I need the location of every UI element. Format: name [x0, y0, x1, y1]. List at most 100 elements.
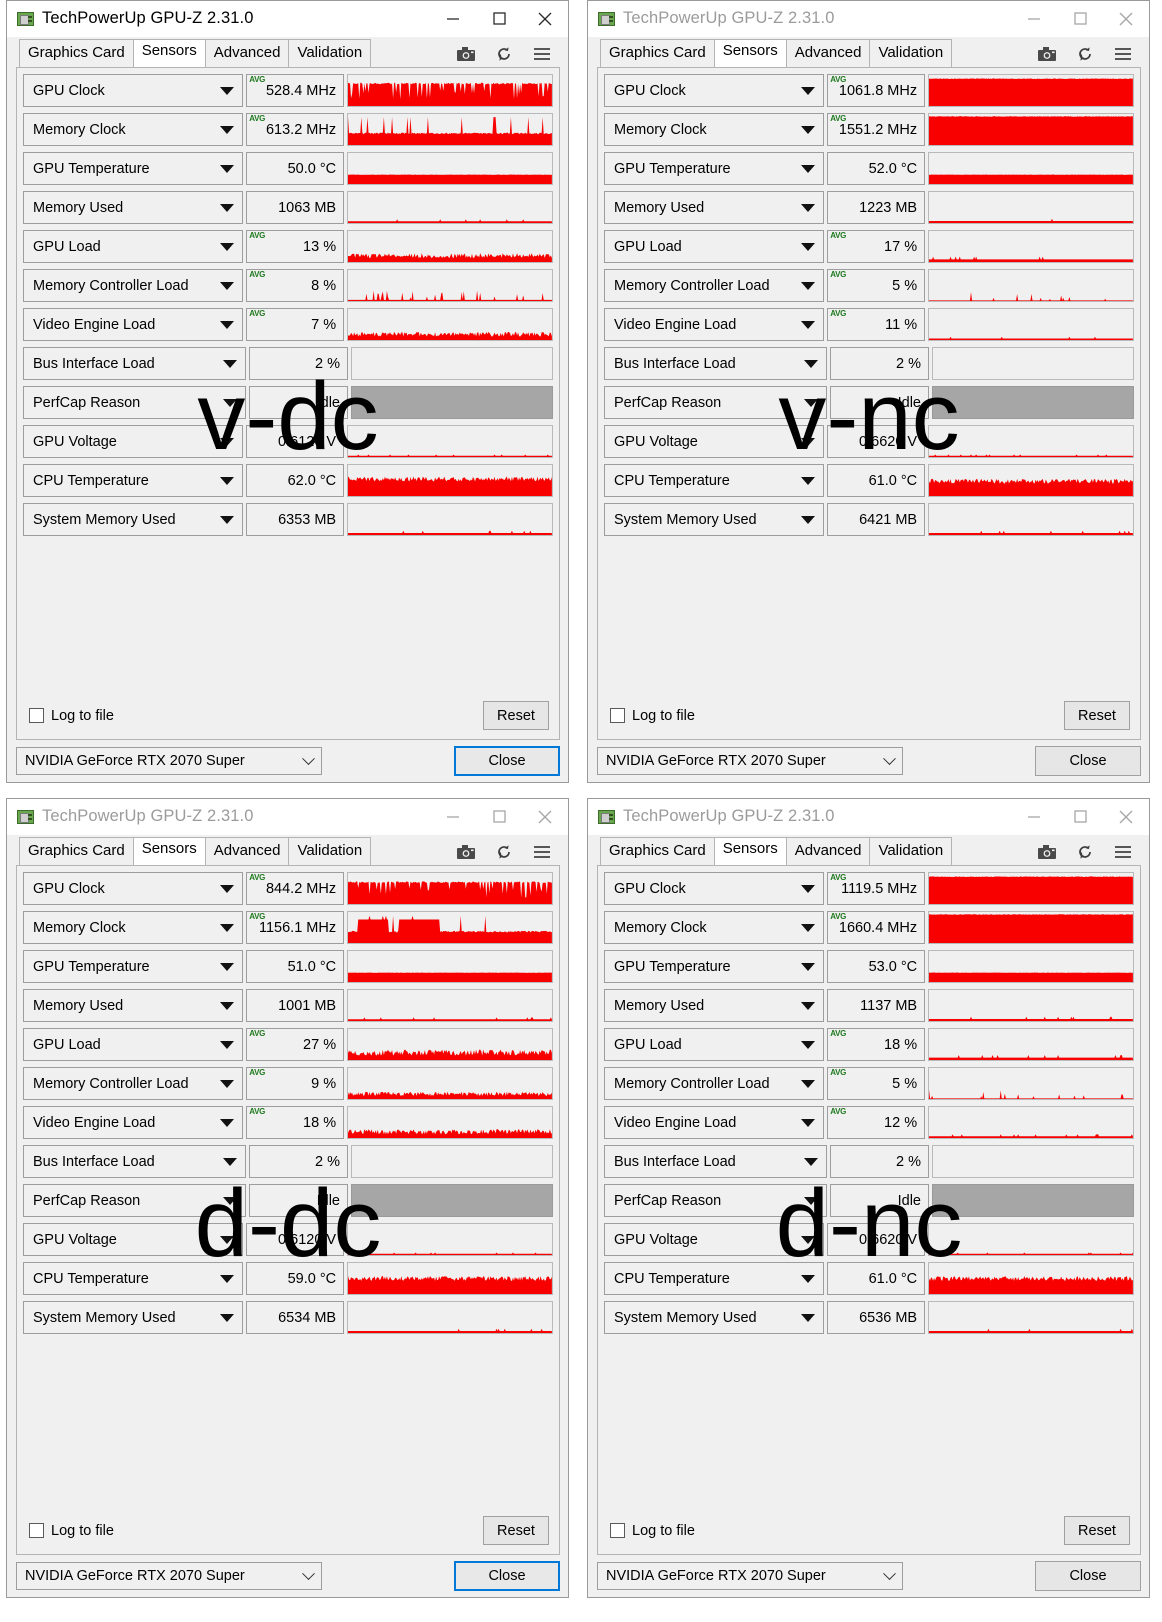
- sensor-select-gpu-load[interactable]: GPU Load: [23, 230, 244, 263]
- gpu-select-dropdown[interactable]: NVIDIA GeForce RTX 2070 Super: [597, 1562, 903, 1590]
- log-to-file-checkbox[interactable]: Log to file: [610, 1523, 695, 1539]
- camera-icon[interactable]: [456, 843, 476, 861]
- title-bar[interactable]: TechPowerUp GPU-Z 2.31.0: [588, 799, 1149, 835]
- checkbox-box[interactable]: [29, 708, 44, 723]
- tab-validation[interactable]: Validation: [288, 837, 372, 865]
- sensor-select-perfcap-reason[interactable]: PerfCap Reason: [23, 1184, 246, 1217]
- sensor-select-bus-interface-load[interactable]: Bus Interface Load: [604, 347, 827, 380]
- log-to-file-checkbox[interactable]: Log to file: [610, 708, 695, 724]
- sensor-select-system-memory-used[interactable]: System Memory Used: [604, 1301, 825, 1334]
- sensor-select-gpu-clock[interactable]: GPU Clock: [23, 872, 244, 905]
- refresh-icon[interactable]: [494, 45, 514, 63]
- sensor-select-memory-used[interactable]: Memory Used: [604, 989, 825, 1022]
- sensor-select-cpu-temperature[interactable]: CPU Temperature: [604, 464, 825, 497]
- reset-button[interactable]: Reset: [1064, 1516, 1130, 1545]
- sensor-select-memory-used[interactable]: Memory Used: [23, 989, 244, 1022]
- refresh-icon[interactable]: [1075, 843, 1095, 861]
- close-button[interactable]: Close: [454, 746, 560, 776]
- tab-graphics-card[interactable]: Graphics Card: [19, 39, 134, 67]
- tab-advanced[interactable]: Advanced: [785, 39, 871, 67]
- sensor-select-system-memory-used[interactable]: System Memory Used: [23, 503, 244, 536]
- tab-sensors[interactable]: Sensors: [132, 837, 206, 865]
- sensor-select-video-engine-load[interactable]: Video Engine Load: [604, 1106, 825, 1139]
- tab-advanced[interactable]: Advanced: [785, 837, 871, 865]
- sensor-select-gpu-clock[interactable]: GPU Clock: [604, 872, 825, 905]
- close-icon[interactable]: [522, 1, 568, 37]
- sensor-select-cpu-temperature[interactable]: CPU Temperature: [23, 464, 244, 497]
- hamburger-menu-icon[interactable]: [1113, 45, 1133, 63]
- tab-validation[interactable]: Validation: [869, 39, 953, 67]
- tab-sensors[interactable]: Sensors: [713, 837, 787, 865]
- sensor-select-gpu-temperature[interactable]: GPU Temperature: [23, 152, 244, 185]
- checkbox-box[interactable]: [610, 1523, 625, 1538]
- maximize-icon[interactable]: [476, 1, 522, 37]
- sensor-select-memory-controller-load[interactable]: Memory Controller Load: [23, 269, 244, 302]
- title-bar[interactable]: TechPowerUp GPU-Z 2.31.0: [7, 1, 568, 37]
- sensor-select-gpu-voltage[interactable]: GPU Voltage: [23, 425, 244, 458]
- close-button[interactable]: Close: [1035, 746, 1141, 776]
- camera-icon[interactable]: [1037, 843, 1057, 861]
- sensor-select-video-engine-load[interactable]: Video Engine Load: [604, 308, 825, 341]
- refresh-icon[interactable]: [1075, 45, 1095, 63]
- close-icon[interactable]: [522, 799, 568, 835]
- minimize-icon[interactable]: [1011, 1, 1057, 37]
- title-bar[interactable]: TechPowerUp GPU-Z 2.31.0: [7, 799, 568, 835]
- sensor-select-bus-interface-load[interactable]: Bus Interface Load: [23, 347, 246, 380]
- sensor-select-bus-interface-load[interactable]: Bus Interface Load: [604, 1145, 827, 1178]
- sensor-select-gpu-temperature[interactable]: GPU Temperature: [604, 950, 825, 983]
- sensor-select-gpu-load[interactable]: GPU Load: [604, 1028, 825, 1061]
- close-icon[interactable]: [1103, 1, 1149, 37]
- sensor-select-memory-controller-load[interactable]: Memory Controller Load: [23, 1067, 244, 1100]
- sensor-select-gpu-voltage[interactable]: GPU Voltage: [604, 425, 825, 458]
- gpu-select-dropdown[interactable]: NVIDIA GeForce RTX 2070 Super: [16, 1562, 322, 1590]
- sensor-select-memory-used[interactable]: Memory Used: [23, 191, 244, 224]
- sensor-select-gpu-voltage[interactable]: GPU Voltage: [23, 1223, 244, 1256]
- reset-button[interactable]: Reset: [483, 701, 549, 730]
- tab-advanced[interactable]: Advanced: [204, 39, 290, 67]
- sensor-select-gpu-temperature[interactable]: GPU Temperature: [604, 152, 825, 185]
- gpu-select-dropdown[interactable]: NVIDIA GeForce RTX 2070 Super: [597, 747, 903, 775]
- hamburger-menu-icon[interactable]: [532, 843, 552, 861]
- sensor-select-memory-controller-load[interactable]: Memory Controller Load: [604, 269, 825, 302]
- sensor-select-gpu-load[interactable]: GPU Load: [604, 230, 825, 263]
- sensor-select-cpu-temperature[interactable]: CPU Temperature: [604, 1262, 825, 1295]
- title-bar[interactable]: TechPowerUp GPU-Z 2.31.0: [588, 1, 1149, 37]
- checkbox-box[interactable]: [610, 708, 625, 723]
- sensor-select-memory-clock[interactable]: Memory Clock: [604, 911, 825, 944]
- minimize-icon[interactable]: [430, 799, 476, 835]
- maximize-icon[interactable]: [1057, 799, 1103, 835]
- sensor-select-memory-used[interactable]: Memory Used: [604, 191, 825, 224]
- hamburger-menu-icon[interactable]: [532, 45, 552, 63]
- sensor-select-gpu-voltage[interactable]: GPU Voltage: [604, 1223, 825, 1256]
- tab-graphics-card[interactable]: Graphics Card: [19, 837, 134, 865]
- sensor-select-perfcap-reason[interactable]: PerfCap Reason: [604, 386, 827, 419]
- tab-validation[interactable]: Validation: [869, 837, 953, 865]
- maximize-icon[interactable]: [1057, 1, 1103, 37]
- reset-button[interactable]: Reset: [1064, 701, 1130, 730]
- checkbox-box[interactable]: [29, 1523, 44, 1538]
- sensor-select-memory-clock[interactable]: Memory Clock: [23, 911, 244, 944]
- sensor-select-video-engine-load[interactable]: Video Engine Load: [23, 1106, 244, 1139]
- close-button[interactable]: Close: [1035, 1561, 1141, 1591]
- refresh-icon[interactable]: [494, 843, 514, 861]
- sensor-select-system-memory-used[interactable]: System Memory Used: [604, 503, 825, 536]
- sensor-select-gpu-load[interactable]: GPU Load: [23, 1028, 244, 1061]
- sensor-select-memory-controller-load[interactable]: Memory Controller Load: [604, 1067, 825, 1100]
- sensor-select-bus-interface-load[interactable]: Bus Interface Load: [23, 1145, 246, 1178]
- sensor-select-gpu-clock[interactable]: GPU Clock: [604, 74, 825, 107]
- minimize-icon[interactable]: [430, 1, 476, 37]
- sensor-select-memory-clock[interactable]: Memory Clock: [23, 113, 244, 146]
- gpu-select-dropdown[interactable]: NVIDIA GeForce RTX 2070 Super: [16, 747, 322, 775]
- tab-sensors[interactable]: Sensors: [713, 39, 787, 67]
- tab-graphics-card[interactable]: Graphics Card: [600, 39, 715, 67]
- log-to-file-checkbox[interactable]: Log to file: [29, 1523, 114, 1539]
- close-button[interactable]: Close: [454, 1561, 560, 1591]
- tab-validation[interactable]: Validation: [288, 39, 372, 67]
- hamburger-menu-icon[interactable]: [1113, 843, 1133, 861]
- reset-button[interactable]: Reset: [483, 1516, 549, 1545]
- close-icon[interactable]: [1103, 799, 1149, 835]
- tab-advanced[interactable]: Advanced: [204, 837, 290, 865]
- log-to-file-checkbox[interactable]: Log to file: [29, 708, 114, 724]
- maximize-icon[interactable]: [476, 799, 522, 835]
- sensor-select-memory-clock[interactable]: Memory Clock: [604, 113, 825, 146]
